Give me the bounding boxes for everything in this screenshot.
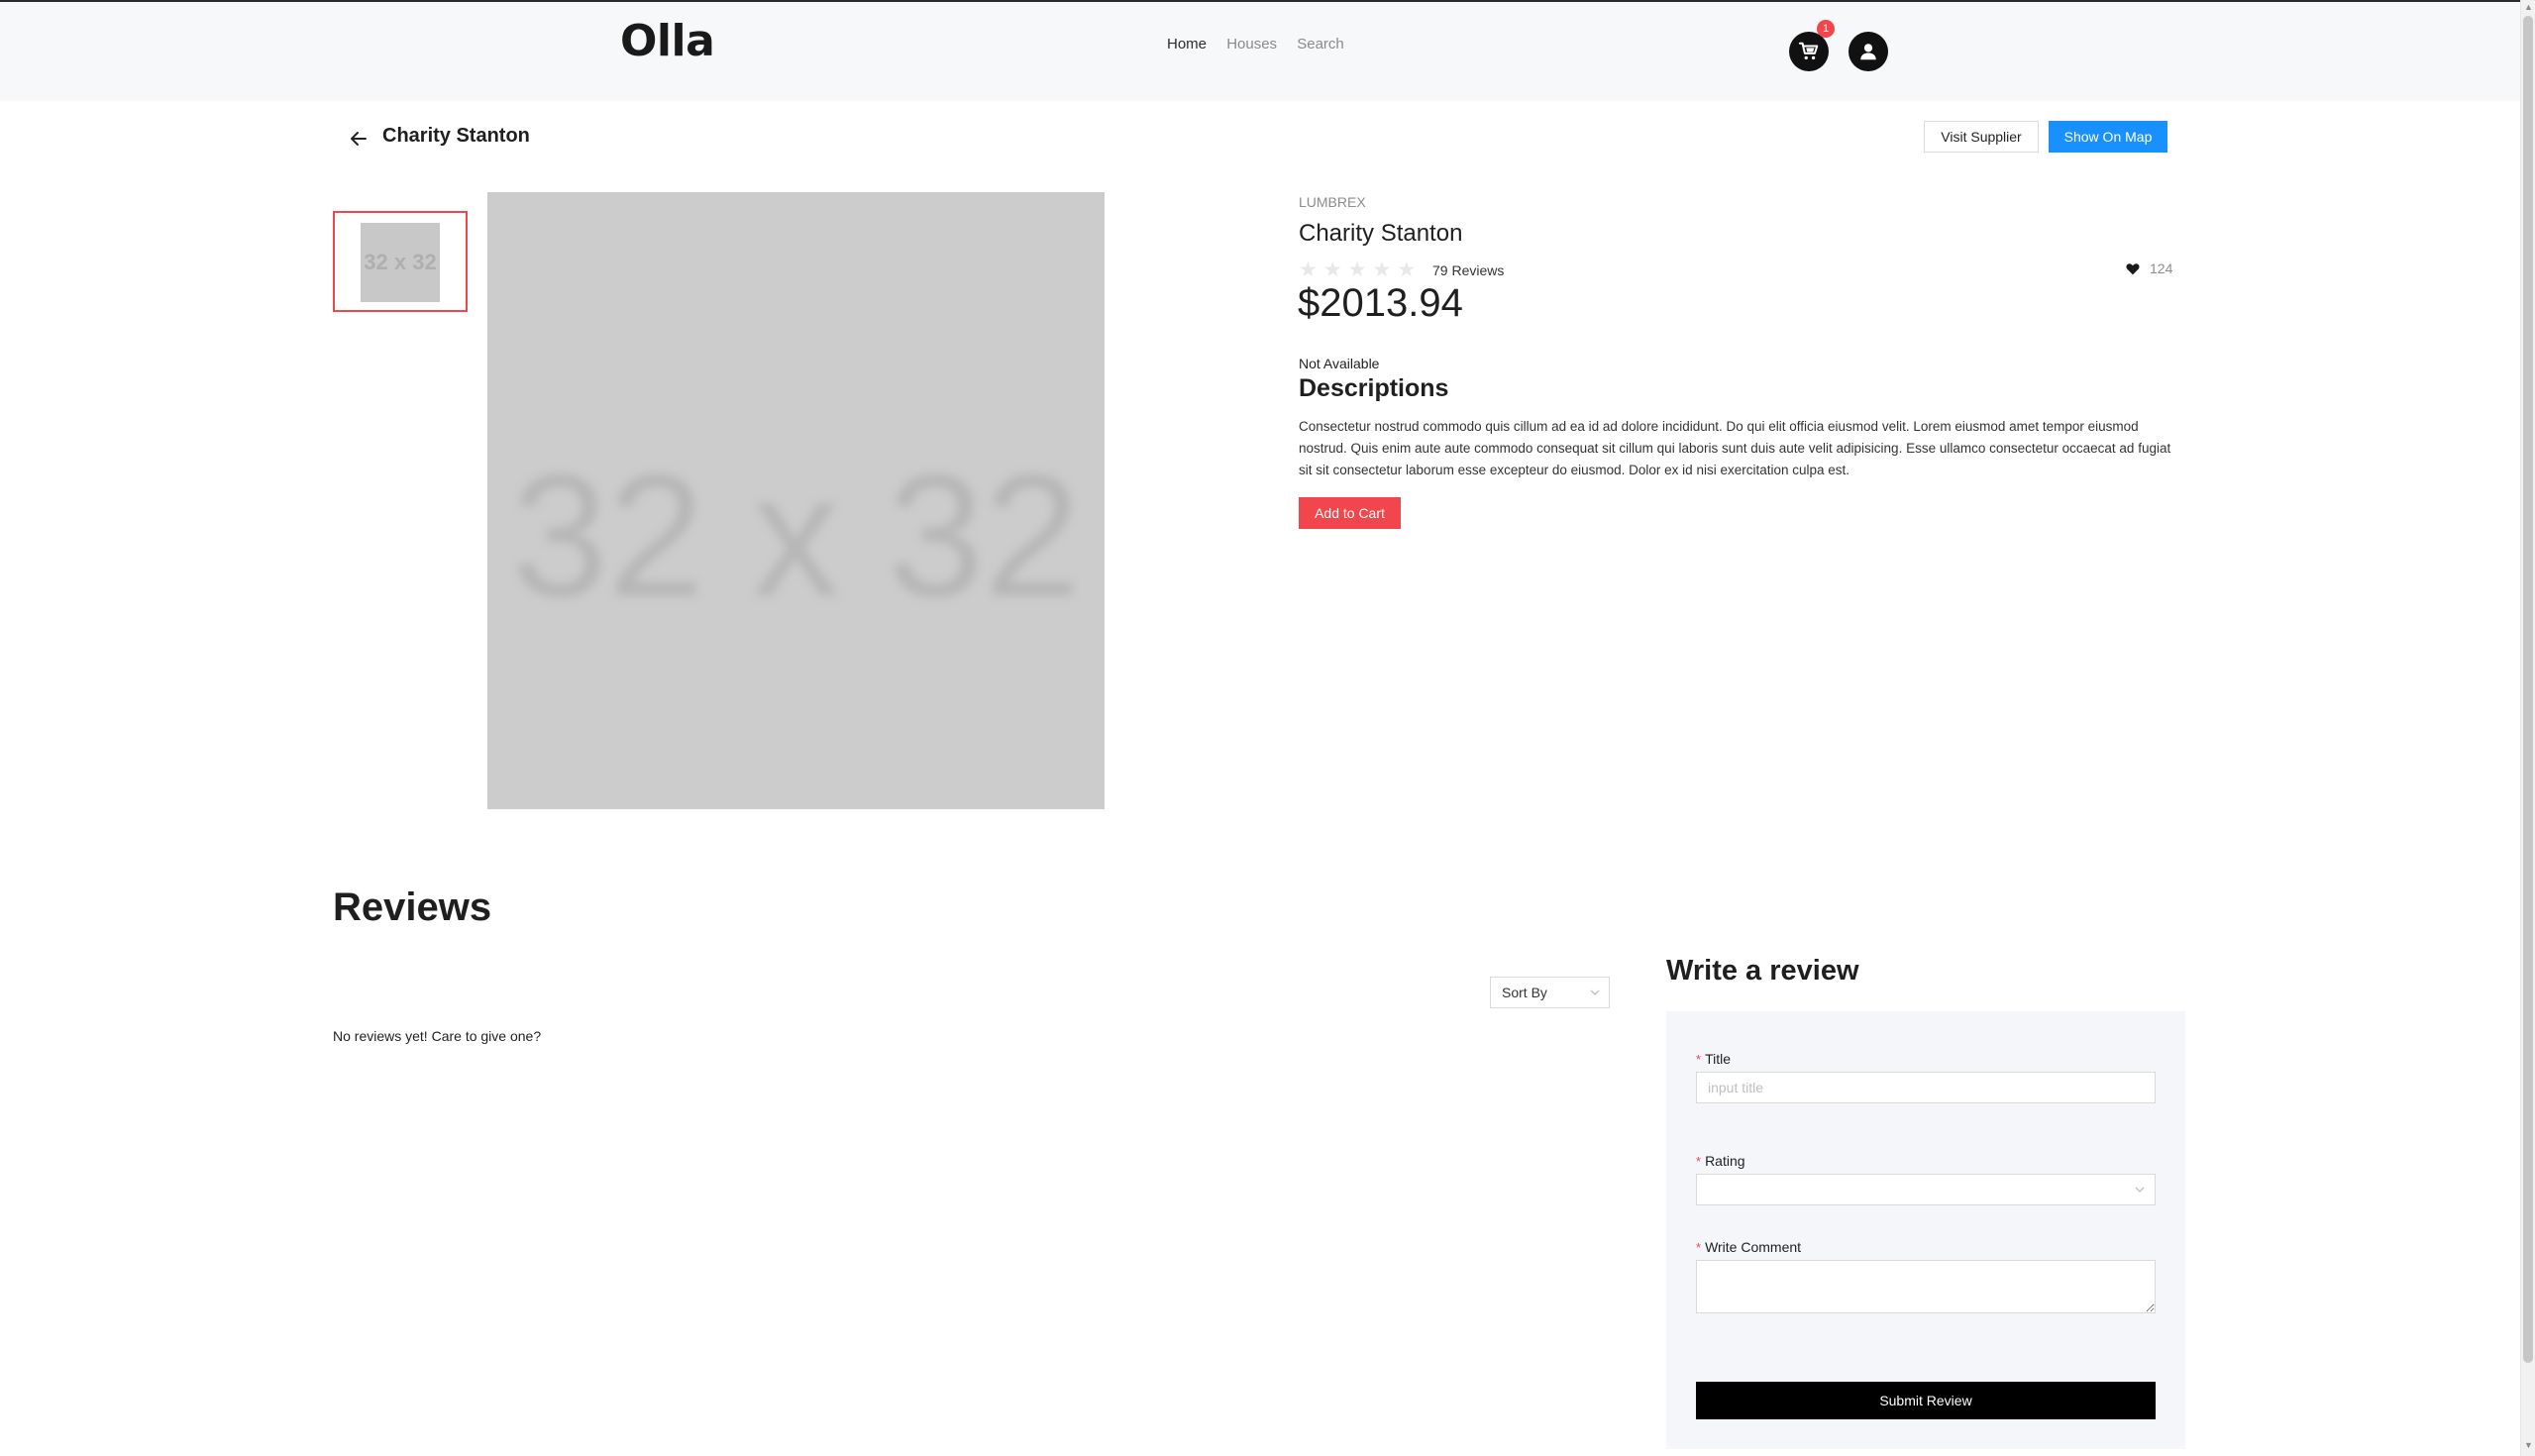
write-review-heading: Write a review [1666, 955, 1859, 987]
star-icon: ★ [1299, 259, 1318, 281]
product-price: $2013.94 [1298, 281, 1463, 325]
user-menu-button[interactable] [1848, 32, 1888, 71]
heart-icon [2126, 262, 2140, 274]
main-nav: Home Houses Search [1167, 36, 1360, 52]
star-icon: ★ [1322, 259, 1342, 281]
rating-stars: ★ ★ ★ ★ ★ [1299, 260, 1416, 281]
availability-status: Not Available [1299, 356, 1380, 371]
add-to-cart-button[interactable]: Add to Cart [1299, 497, 1401, 529]
reviews-count[interactable]: 79 Reviews [1432, 262, 1504, 278]
required-mark: * [1696, 1154, 1702, 1169]
nav-item-houses[interactable]: Houses [1226, 36, 1277, 52]
cart-icon [1798, 42, 1819, 60]
sort-by-select[interactable]: Sort By [1490, 977, 1610, 1008]
product-description: Consectetur nostrud commodo quis cillum … [1299, 419, 2171, 477]
cart-count-badge: 1 [1817, 20, 1835, 38]
chevron-down-icon [2135, 1187, 2145, 1193]
show-on-map-button[interactable]: Show On Map [2049, 121, 2167, 153]
star-icon: ★ [1347, 259, 1367, 281]
scroll-down-arrow-icon[interactable]: ▼ [2524, 1440, 2533, 1450]
page-scrollbar[interactable]: ▲ ▼ [2520, 0, 2535, 1456]
rating-label-text: Rating [1705, 1153, 1745, 1169]
required-mark: * [1696, 1240, 1702, 1255]
chevron-down-icon [1590, 989, 1600, 995]
comment-field-label: * Write Comment [1696, 1239, 1801, 1255]
visit-supplier-button[interactable]: Visit Supplier [1924, 121, 2039, 153]
site-header: Olla Home Houses Search 1 [0, 2, 2520, 101]
review-title-input[interactable] [1696, 1072, 2156, 1103]
nav-item-search[interactable]: Search [1297, 36, 1344, 52]
user-icon [1860, 44, 1876, 60]
like-button[interactable]: 124 [2126, 260, 2172, 276]
title-label-text: Title [1705, 1051, 1731, 1067]
cart-button[interactable]: 1 [1789, 20, 1835, 71]
product-name: Charity Stanton [1299, 220, 1463, 247]
product-brand: LUMBREX [1299, 194, 1366, 210]
scroll-up-arrow-icon[interactable]: ▲ [2524, 2, 2533, 12]
title-field-label: * Title [1696, 1051, 1731, 1067]
sort-by-label: Sort By [1502, 985, 1547, 1000]
thumbnail-placeholder-image: 32 x 32 [361, 223, 440, 302]
back-arrow-icon[interactable] [347, 127, 370, 151]
submit-review-button[interactable]: Submit Review [1696, 1382, 2156, 1419]
main-image-placeholder-text: 32 x 32 [511, 440, 1081, 633]
reviews-heading: Reviews [333, 885, 492, 929]
review-form: *Title *Rating *Write Comment Submit Rev… [1666, 1011, 2185, 1449]
description-heading: Descriptions [1299, 374, 1449, 402]
logo[interactable]: Olla [620, 16, 715, 66]
nav-item-home[interactable]: Home [1167, 36, 1207, 52]
page-title: Charity Stanton [382, 125, 530, 147]
likes-count: 124 [2150, 260, 2173, 276]
comment-label-text: Write Comment [1705, 1239, 1802, 1255]
scrollbar-thumb[interactable] [2523, 16, 2533, 1363]
rating-field-label: * Rating [1696, 1153, 1745, 1169]
star-icon: ★ [1372, 259, 1392, 281]
review-comment-textarea[interactable] [1696, 1260, 2156, 1313]
empty-reviews-message: No reviews yet! Care to give one? [333, 1028, 542, 1044]
star-icon: ★ [1397, 259, 1417, 281]
rating-select[interactable] [1696, 1174, 2156, 1205]
gallery-thumbnail[interactable]: 32 x 32 [333, 211, 468, 312]
main-product-image: 32 x 32 [487, 192, 1105, 809]
required-mark: * [1696, 1052, 1702, 1067]
